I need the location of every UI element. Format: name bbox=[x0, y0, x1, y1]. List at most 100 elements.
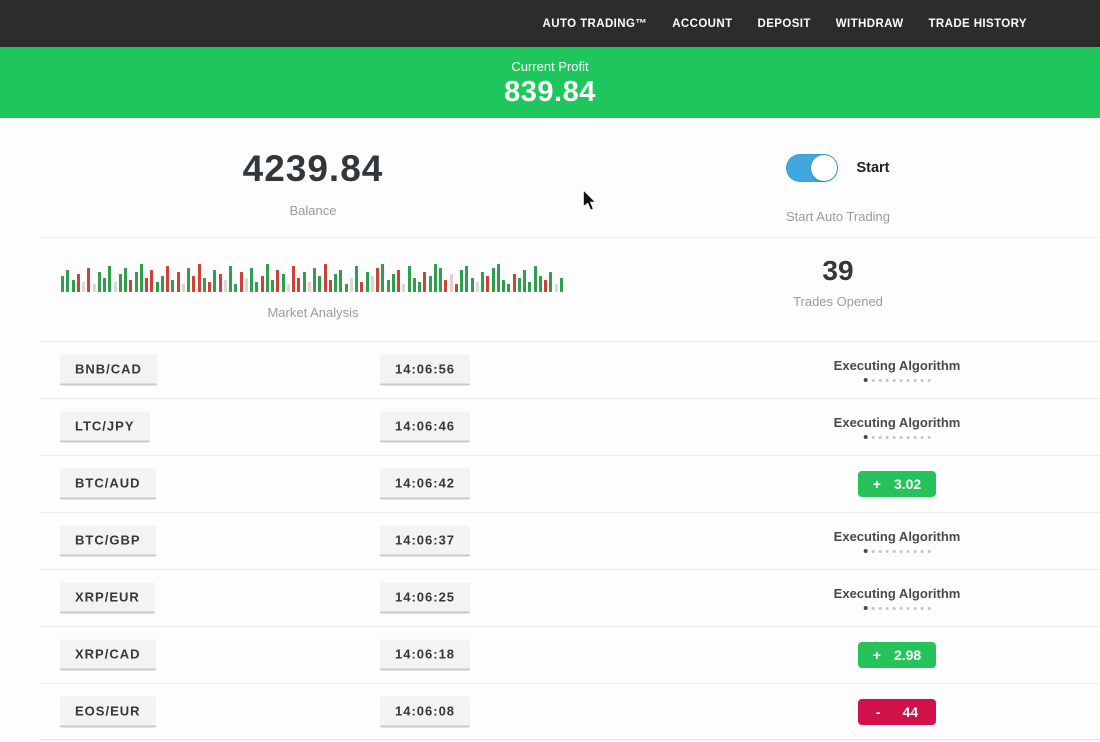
market-bar bbox=[61, 276, 64, 292]
market-bar bbox=[492, 268, 495, 292]
pair-chip: BTC/AUD bbox=[60, 469, 156, 500]
progress-dot bbox=[863, 606, 867, 610]
table-row: BTC/GBP 14:06:37 Executing Algorithm bbox=[40, 512, 1100, 569]
progress-dot bbox=[885, 436, 888, 439]
market-bar bbox=[177, 272, 180, 292]
progress-dot bbox=[920, 379, 923, 382]
market-bar bbox=[245, 278, 248, 292]
market-bar bbox=[129, 280, 132, 292]
auto-trading-toggle[interactable] bbox=[786, 154, 838, 182]
market-bar bbox=[103, 278, 106, 292]
market-bar bbox=[318, 276, 321, 292]
progress-dot bbox=[885, 607, 888, 610]
market-bar bbox=[339, 270, 342, 292]
executing-label: Executing Algorithm bbox=[834, 586, 961, 601]
toggle-label: Start bbox=[856, 160, 889, 176]
stats-row-balance: 4239.84 Balance Start Start Auto Trading bbox=[0, 118, 1100, 237]
market-bar bbox=[87, 268, 90, 292]
market-bar bbox=[439, 268, 442, 292]
market-bar bbox=[287, 284, 290, 292]
market-bar bbox=[66, 270, 69, 292]
market-bar bbox=[444, 280, 447, 292]
progress-dots bbox=[863, 606, 930, 610]
progress-dot bbox=[878, 550, 881, 553]
badge-value: 44 bbox=[903, 704, 919, 720]
nav-item-deposit[interactable]: DEPOSIT bbox=[758, 18, 811, 30]
market-bar bbox=[82, 282, 85, 292]
table-row: XRP/EUR 14:06:25 Executing Algorithm bbox=[40, 569, 1100, 626]
trade-time: 14:06:25 bbox=[380, 583, 470, 614]
market-bar bbox=[114, 282, 117, 292]
market-bar bbox=[145, 278, 148, 292]
market-bar bbox=[397, 270, 400, 292]
auto-trading-page: AUTO TRADING™ ACCOUNT DEPOSIT WITHDRAW T… bbox=[0, 0, 1100, 742]
trade-status: Executing Algorithm bbox=[834, 529, 961, 553]
pair-chip: BNB/CAD bbox=[60, 355, 157, 386]
market-bar bbox=[261, 276, 264, 292]
progress-dot bbox=[920, 607, 923, 610]
trade-status: Executing Algorithm bbox=[834, 358, 961, 382]
market-bar bbox=[224, 280, 227, 292]
market-bar bbox=[187, 268, 190, 292]
progress-dot bbox=[885, 550, 888, 553]
progress-dots bbox=[863, 435, 930, 439]
pair-chip: EOS/EUR bbox=[60, 696, 156, 727]
progress-dot bbox=[920, 436, 923, 439]
market-bar bbox=[434, 264, 437, 292]
market-analysis-label: Market Analysis bbox=[267, 305, 358, 320]
trade-time: 14:06:18 bbox=[380, 640, 470, 671]
market-bar bbox=[156, 282, 159, 292]
progress-dot bbox=[878, 436, 881, 439]
market-bar bbox=[497, 264, 500, 292]
market-bar bbox=[387, 280, 390, 292]
badge-value: 2.98 bbox=[894, 647, 921, 663]
nav-item-trade-history[interactable]: TRADE HISTORY bbox=[929, 18, 1028, 30]
market-bar bbox=[124, 268, 127, 292]
market-analysis-chart bbox=[61, 263, 565, 292]
pair-chip: XRP/CAD bbox=[60, 640, 156, 671]
market-bar bbox=[549, 272, 552, 292]
market-bar bbox=[276, 270, 279, 292]
table-row: EOS/EUR 14:06:08 -44 bbox=[40, 683, 1100, 740]
progress-dot bbox=[913, 436, 916, 439]
market-bar bbox=[423, 272, 426, 292]
market-bar bbox=[455, 284, 458, 292]
nav-item-auto-trading[interactable]: AUTO TRADING™ bbox=[543, 18, 648, 30]
progress-dot bbox=[927, 436, 930, 439]
market-bar bbox=[360, 282, 363, 292]
stats-row-market: Market Analysis 39 Trades Opened bbox=[0, 238, 1100, 341]
progress-dot bbox=[920, 550, 923, 553]
badge-sign: - bbox=[876, 704, 881, 720]
market-bar bbox=[523, 270, 526, 292]
progress-dot bbox=[863, 549, 867, 553]
market-bar bbox=[282, 274, 285, 292]
market-bar bbox=[481, 272, 484, 292]
table-row: LTC/JPY 14:06:46 Executing Algorithm bbox=[40, 398, 1100, 455]
trade-time: 14:06:56 bbox=[380, 355, 470, 386]
market-bar bbox=[408, 266, 411, 292]
market-bar bbox=[93, 284, 96, 292]
executing-label: Executing Algorithm bbox=[834, 415, 961, 430]
market-bar bbox=[229, 266, 232, 292]
pair-chip: BTC/GBP bbox=[60, 526, 156, 557]
market-bar bbox=[240, 272, 243, 292]
trade-status: +3.02 bbox=[858, 471, 936, 497]
market-bar bbox=[192, 276, 195, 292]
market-bar bbox=[371, 276, 374, 292]
progress-dot bbox=[871, 436, 874, 439]
badge-value: 3.02 bbox=[894, 476, 921, 492]
progress-dot bbox=[906, 379, 909, 382]
profit-badge: +2.98 bbox=[858, 642, 936, 668]
nav-item-withdraw[interactable]: WITHDRAW bbox=[836, 18, 904, 30]
market-bar bbox=[161, 276, 164, 292]
current-profit-label: Current Profit bbox=[511, 59, 588, 74]
executing-label: Executing Algorithm bbox=[834, 529, 961, 544]
nav-item-account[interactable]: ACCOUNT bbox=[672, 18, 732, 30]
market-bar bbox=[460, 270, 463, 292]
trade-time: 14:06:42 bbox=[380, 469, 470, 500]
progress-dot bbox=[892, 379, 895, 382]
progress-dot bbox=[927, 607, 930, 610]
market-bar bbox=[303, 272, 306, 292]
progress-dots bbox=[863, 549, 930, 553]
market-bar bbox=[355, 266, 358, 292]
